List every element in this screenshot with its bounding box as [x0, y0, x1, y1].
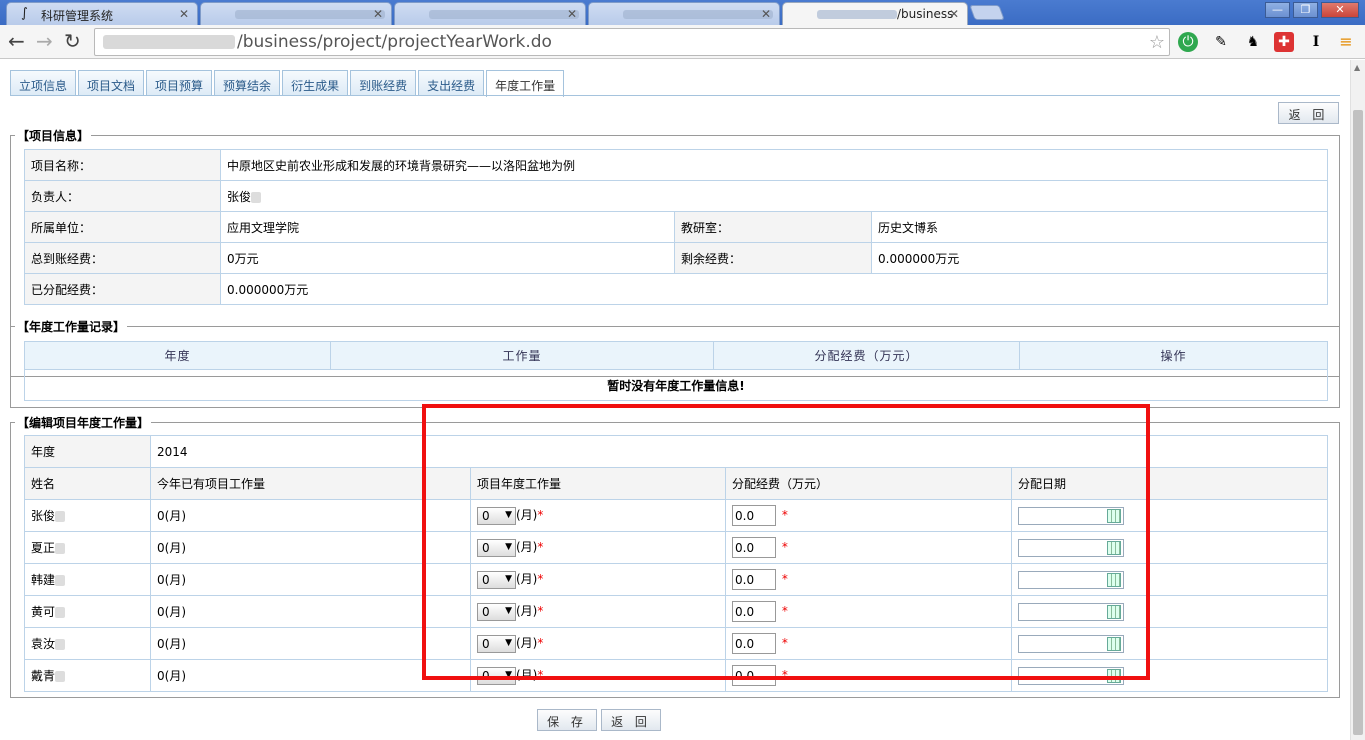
close-icon[interactable]: ✕ [949, 7, 959, 21]
member-name: 夏正 [31, 541, 56, 555]
extension-i-icon[interactable]: I [1306, 32, 1326, 52]
member-name-cell: 张俊 [24, 499, 151, 532]
address-bar[interactable]: /business/project/projectYearWork.do ☆ [94, 28, 1170, 56]
browser-tab-2[interactable]: ✕ [200, 2, 392, 25]
return-button-bottom[interactable]: 返 回 [601, 709, 661, 731]
save-button[interactable]: 保 存 [537, 709, 597, 731]
name-blur [55, 607, 66, 618]
bookmark-star-icon[interactable]: ☆ [1149, 32, 1165, 53]
leader-value: 张俊 [227, 189, 252, 204]
col-operation: 操作 [1019, 341, 1328, 370]
col-workload: 工作量 [330, 341, 714, 370]
edit-legend: 【编辑项目年度工作量】 [17, 416, 150, 430]
allocated-funds-value: 0.000000万元 [219, 273, 1329, 305]
browser-tab-active[interactable]: /business ✕ [782, 2, 968, 26]
tab-divider [10, 95, 1340, 96]
tab-title-blur [235, 10, 385, 19]
browser-tab-3[interactable]: ✕ [394, 2, 586, 25]
member-name-cell: 戴青 [24, 659, 151, 692]
forward-arrow-icon[interactable]: → [36, 30, 53, 52]
window-controls: — ❐ ✕ [1262, 2, 1359, 18]
records-table: 年度 工作量 分配经费（万元） 操作 暂时没有年度工作量信息! [24, 341, 1328, 401]
tab-annual-workload[interactable]: 年度工作量 [486, 70, 565, 97]
close-icon[interactable]: ✕ [179, 7, 189, 21]
tab-project-docs[interactable]: 项目文档 [78, 70, 145, 96]
member-name-cell: 袁汝 [24, 627, 151, 660]
records-legend: 【年度工作量记录】 [17, 320, 126, 334]
scrollbar-thumb[interactable] [1353, 110, 1363, 735]
minimize-icon[interactable]: — [1265, 2, 1290, 18]
restore-icon[interactable]: ❐ [1293, 2, 1318, 18]
name-blur [55, 639, 66, 650]
close-icon[interactable]: ✕ [761, 7, 771, 21]
dept-value: 历史文博系 [870, 211, 1329, 243]
tab-project-budget[interactable]: 项目预算 [146, 70, 213, 96]
tab-setup-info[interactable]: 立项信息 [10, 70, 77, 96]
name-blur [55, 671, 66, 682]
name-blur [55, 543, 66, 554]
highlight-box [422, 404, 1150, 680]
project-tabs: 立项信息 项目文档 项目预算 预算结余 衍生成果 到账经费 支出经费 年度工作量 [10, 70, 566, 97]
close-icon[interactable]: ✕ [567, 7, 577, 21]
member-name-cell: 黄可 [24, 595, 151, 628]
tab-expenses[interactable]: 支出经费 [418, 70, 485, 96]
col-name: 姓名 [24, 467, 151, 500]
extension-evernote-icon[interactable]: ♞ [1243, 32, 1263, 52]
leader-cell: 张俊 [219, 180, 1329, 212]
scroll-up-icon[interactable]: ▲ [1354, 63, 1360, 72]
new-tab-button[interactable] [969, 5, 1005, 20]
return-button-top[interactable]: 返 回 [1278, 102, 1339, 124]
project-name-label: 项目名称： [24, 149, 221, 181]
tab-received-funds[interactable]: 到账经费 [350, 70, 417, 96]
browser-toolbar: ← → ↻ /business/project/projectYearWork.… [0, 25, 1365, 59]
tab-title-blur [817, 10, 897, 19]
tab-derived-results[interactable]: 衍生成果 [282, 70, 349, 96]
extension-red-icon[interactable]: ✚ [1274, 32, 1294, 52]
unit-value: 应用文理学院 [220, 211, 675, 243]
tab-budget-balance[interactable]: 预算结余 [214, 70, 281, 96]
browser-tab-4[interactable]: ✕ [588, 2, 780, 25]
member-name: 张俊 [31, 509, 56, 523]
app-favicon-icon: ∫ [21, 6, 28, 21]
close-icon[interactable]: ✕ [373, 7, 383, 21]
member-name-cell: 韩建 [24, 563, 151, 596]
project-info-table: 项目名称： 中原地区史前农业形成和发展的环境背景研究——以洛阳盆地为例 负责人：… [24, 149, 1329, 305]
dept-label: 教研室： [674, 211, 872, 243]
member-name-cell: 夏正 [24, 531, 151, 564]
menu-icon[interactable]: ≡ [1336, 32, 1356, 52]
url-host-blur [103, 35, 235, 49]
col-allocated-fee: 分配经费（万元） [713, 341, 1020, 370]
project-info-legend: 【项目信息】 [17, 129, 90, 143]
unit-label: 所属单位： [24, 211, 221, 243]
col-year: 年度 [24, 341, 331, 370]
back-arrow-icon[interactable]: ← [8, 30, 25, 52]
name-blur [55, 575, 66, 586]
scrollbar[interactable]: ▲ [1350, 60, 1365, 740]
total-funds-value: 0万元 [220, 242, 675, 274]
extension-green-icon[interactable]: ⏻ [1178, 32, 1198, 52]
leader-label: 负责人： [24, 180, 221, 212]
browser-tab-strip: ∫ 科研管理系统 ✕ ✕ ✕ ✕ /business ✕ — ❐ ✕ [0, 0, 1365, 26]
window-close-icon[interactable]: ✕ [1321, 2, 1359, 18]
member-name: 戴青 [31, 669, 56, 683]
member-name: 袁汝 [31, 637, 56, 651]
total-funds-label: 总到账经费： [24, 242, 221, 274]
name-blur [55, 511, 66, 522]
year-label: 年度 [24, 435, 151, 468]
member-name: 韩建 [31, 573, 56, 587]
tab-title-blur [623, 10, 773, 19]
project-name-value: 中原地区史前农业形成和发展的环境背景研究——以洛阳盆地为例 [219, 149, 1329, 181]
empty-records-message: 暂时没有年度工作量信息! [24, 369, 1328, 401]
extension-tool-icon[interactable]: ✎ [1211, 32, 1231, 52]
member-name: 黄可 [31, 605, 56, 619]
tab-title-blur [429, 10, 579, 19]
reload-icon[interactable]: ↻ [64, 30, 81, 52]
remaining-funds-label: 剩余经费： [674, 242, 872, 274]
remaining-funds-value: 0.000000万元 [870, 242, 1329, 274]
allocated-funds-label: 已分配经费： [24, 273, 221, 305]
browser-tab-1[interactable]: ∫ 科研管理系统 ✕ [6, 2, 198, 25]
name-blur [251, 191, 262, 203]
